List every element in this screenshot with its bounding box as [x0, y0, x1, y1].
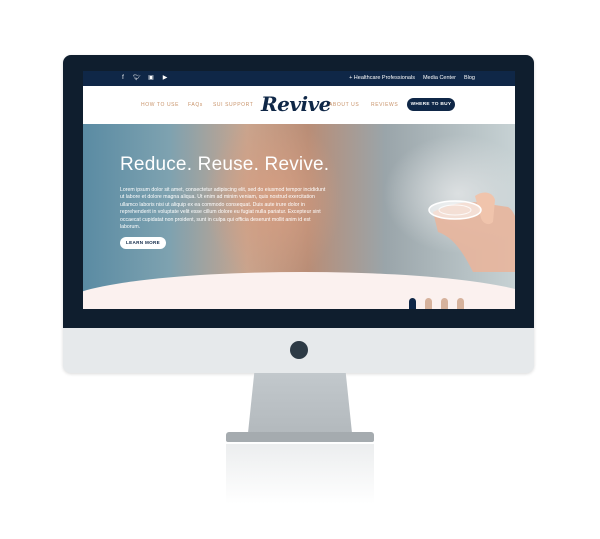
carousel-dots	[409, 298, 464, 309]
main-nav: HOW TO USE FAQs SUI SUPPORT Revive ABOUT…	[83, 86, 515, 124]
instagram-icon[interactable]: ▣	[147, 74, 155, 82]
carousel-dot-4[interactable]	[457, 298, 464, 309]
utility-bar: f 🐦︎ ▣ ▶ + Healthcare Professionals Medi…	[83, 71, 515, 86]
where-to-buy-button[interactable]: WHERE TO BUY	[407, 98, 455, 111]
youtube-icon[interactable]: ▶	[161, 74, 169, 82]
nav-how-to-use[interactable]: HOW TO USE	[141, 102, 179, 108]
revive-logo[interactable]: Revive	[261, 92, 331, 116]
social-links: f 🐦︎ ▣ ▶	[119, 74, 169, 83]
carousel-dot-3[interactable]	[441, 298, 448, 309]
hero-body-text: Lorem ipsum dolor sit amet, consectetur …	[120, 187, 326, 231]
hero-headline: Reduce. Reuse. Revive.	[120, 154, 330, 175]
website-screen: f 🐦︎ ▣ ▶ + Healthcare Professionals Medi…	[83, 71, 515, 309]
facebook-icon[interactable]: f	[119, 74, 127, 82]
hero-banner: Reduce. Reuse. Revive. Lorem ipsum dolor…	[83, 124, 515, 309]
apple-logo-icon	[290, 341, 308, 359]
stand-reflection	[226, 444, 374, 504]
nav-faqs[interactable]: FAQs	[188, 102, 203, 108]
learn-more-button[interactable]: LEARN MORE	[120, 237, 166, 249]
utility-links: + Healthcare Professionals Media Center …	[349, 74, 475, 83]
media-center-link[interactable]: Media Center	[423, 74, 456, 83]
nav-sui-support[interactable]: SUI SUPPORT	[213, 102, 253, 108]
nav-about-us[interactable]: ABOUT US	[329, 102, 359, 108]
twitter-icon[interactable]: 🐦︎	[133, 74, 141, 82]
hand-holding-product-image	[428, 192, 515, 272]
monitor-stand-neck	[248, 373, 352, 433]
healthcare-professionals-link[interactable]: + Healthcare Professionals	[349, 74, 415, 83]
carousel-dot-1[interactable]	[409, 298, 416, 309]
nav-reviews[interactable]: REVIEWS	[371, 102, 398, 108]
blog-link[interactable]: Blog	[464, 74, 475, 83]
monitor-stand-foot	[226, 432, 374, 442]
carousel-dot-2[interactable]	[425, 298, 432, 309]
